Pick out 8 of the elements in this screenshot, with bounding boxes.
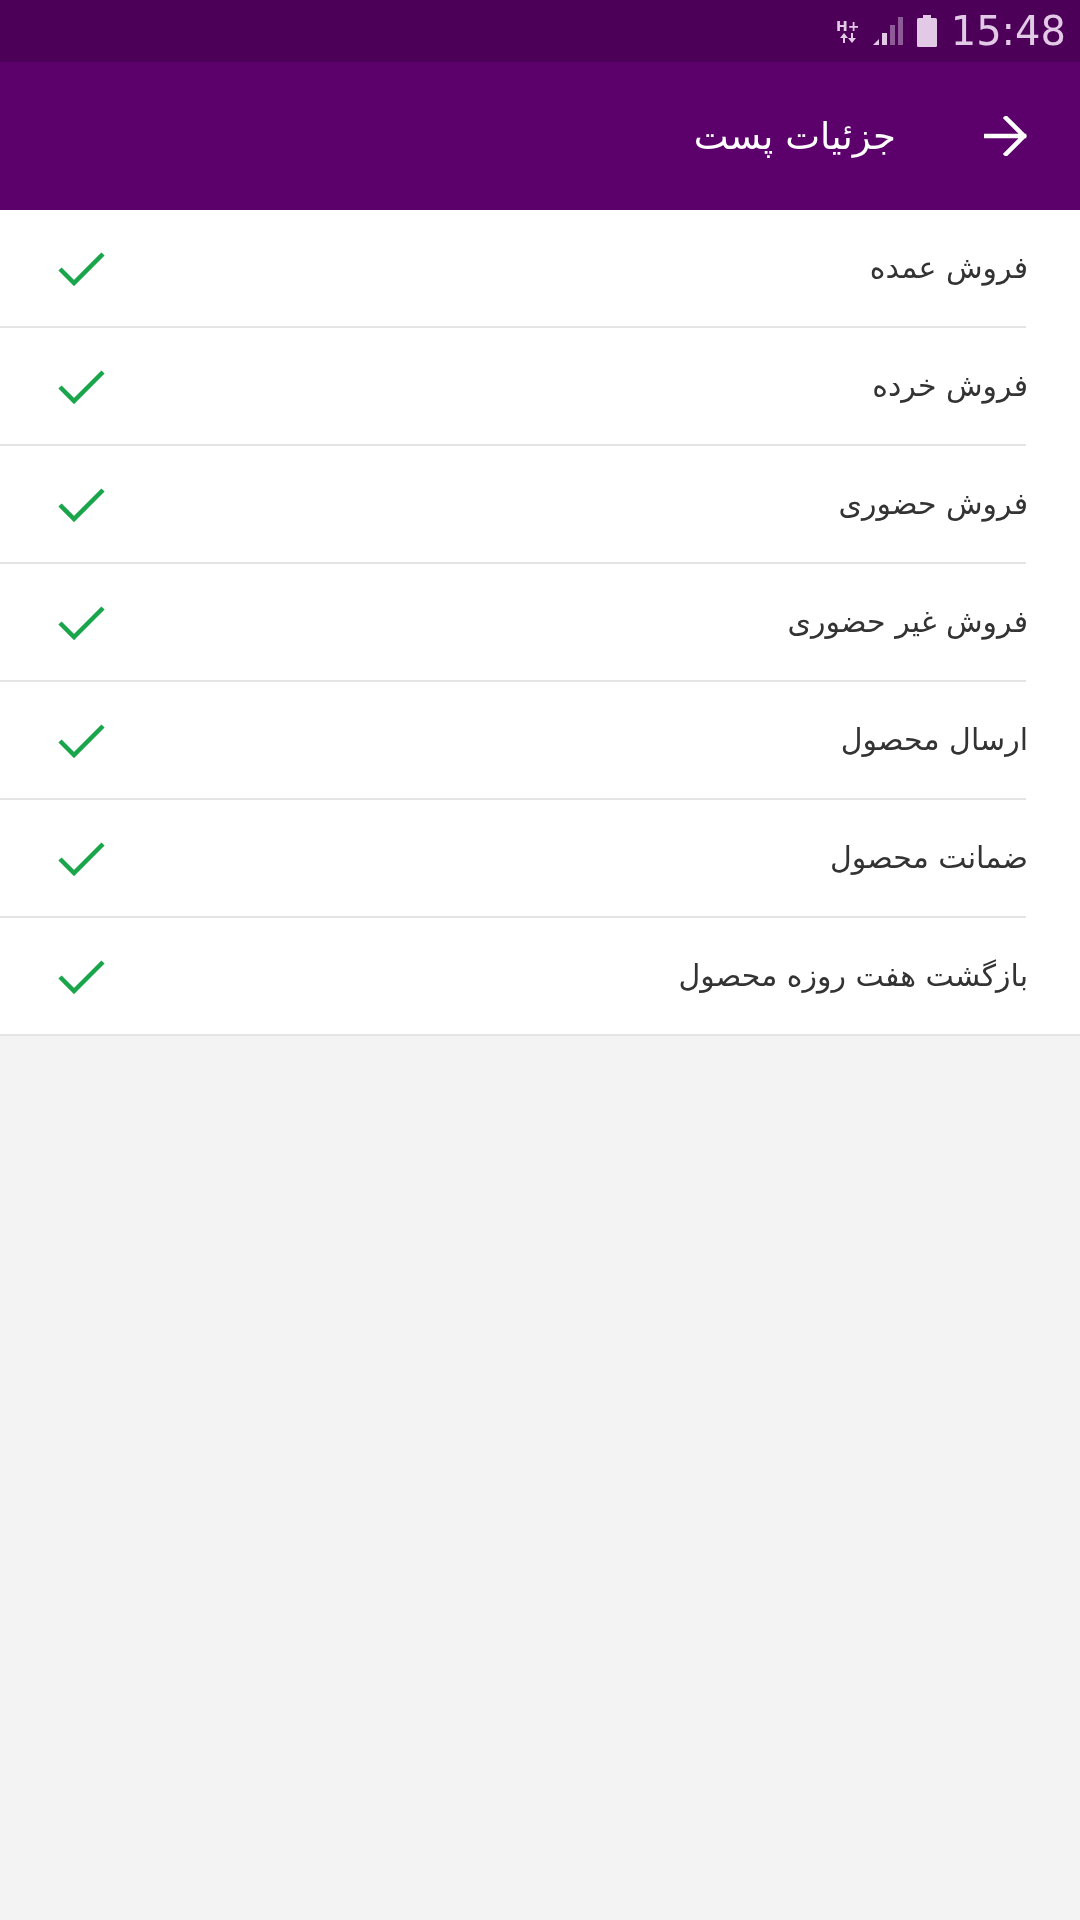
signal-icon <box>872 17 905 45</box>
status-time: 15:48 <box>950 11 1066 51</box>
back-arrow-icon[interactable] <box>984 114 1028 158</box>
data-arrows-icon <box>838 33 857 43</box>
network-type-label: H+ <box>836 19 860 33</box>
battery-icon <box>916 15 937 47</box>
list-item-label: ضمانت محصول <box>829 843 1028 873</box>
list-item-label: ارسال محصول <box>840 725 1028 755</box>
